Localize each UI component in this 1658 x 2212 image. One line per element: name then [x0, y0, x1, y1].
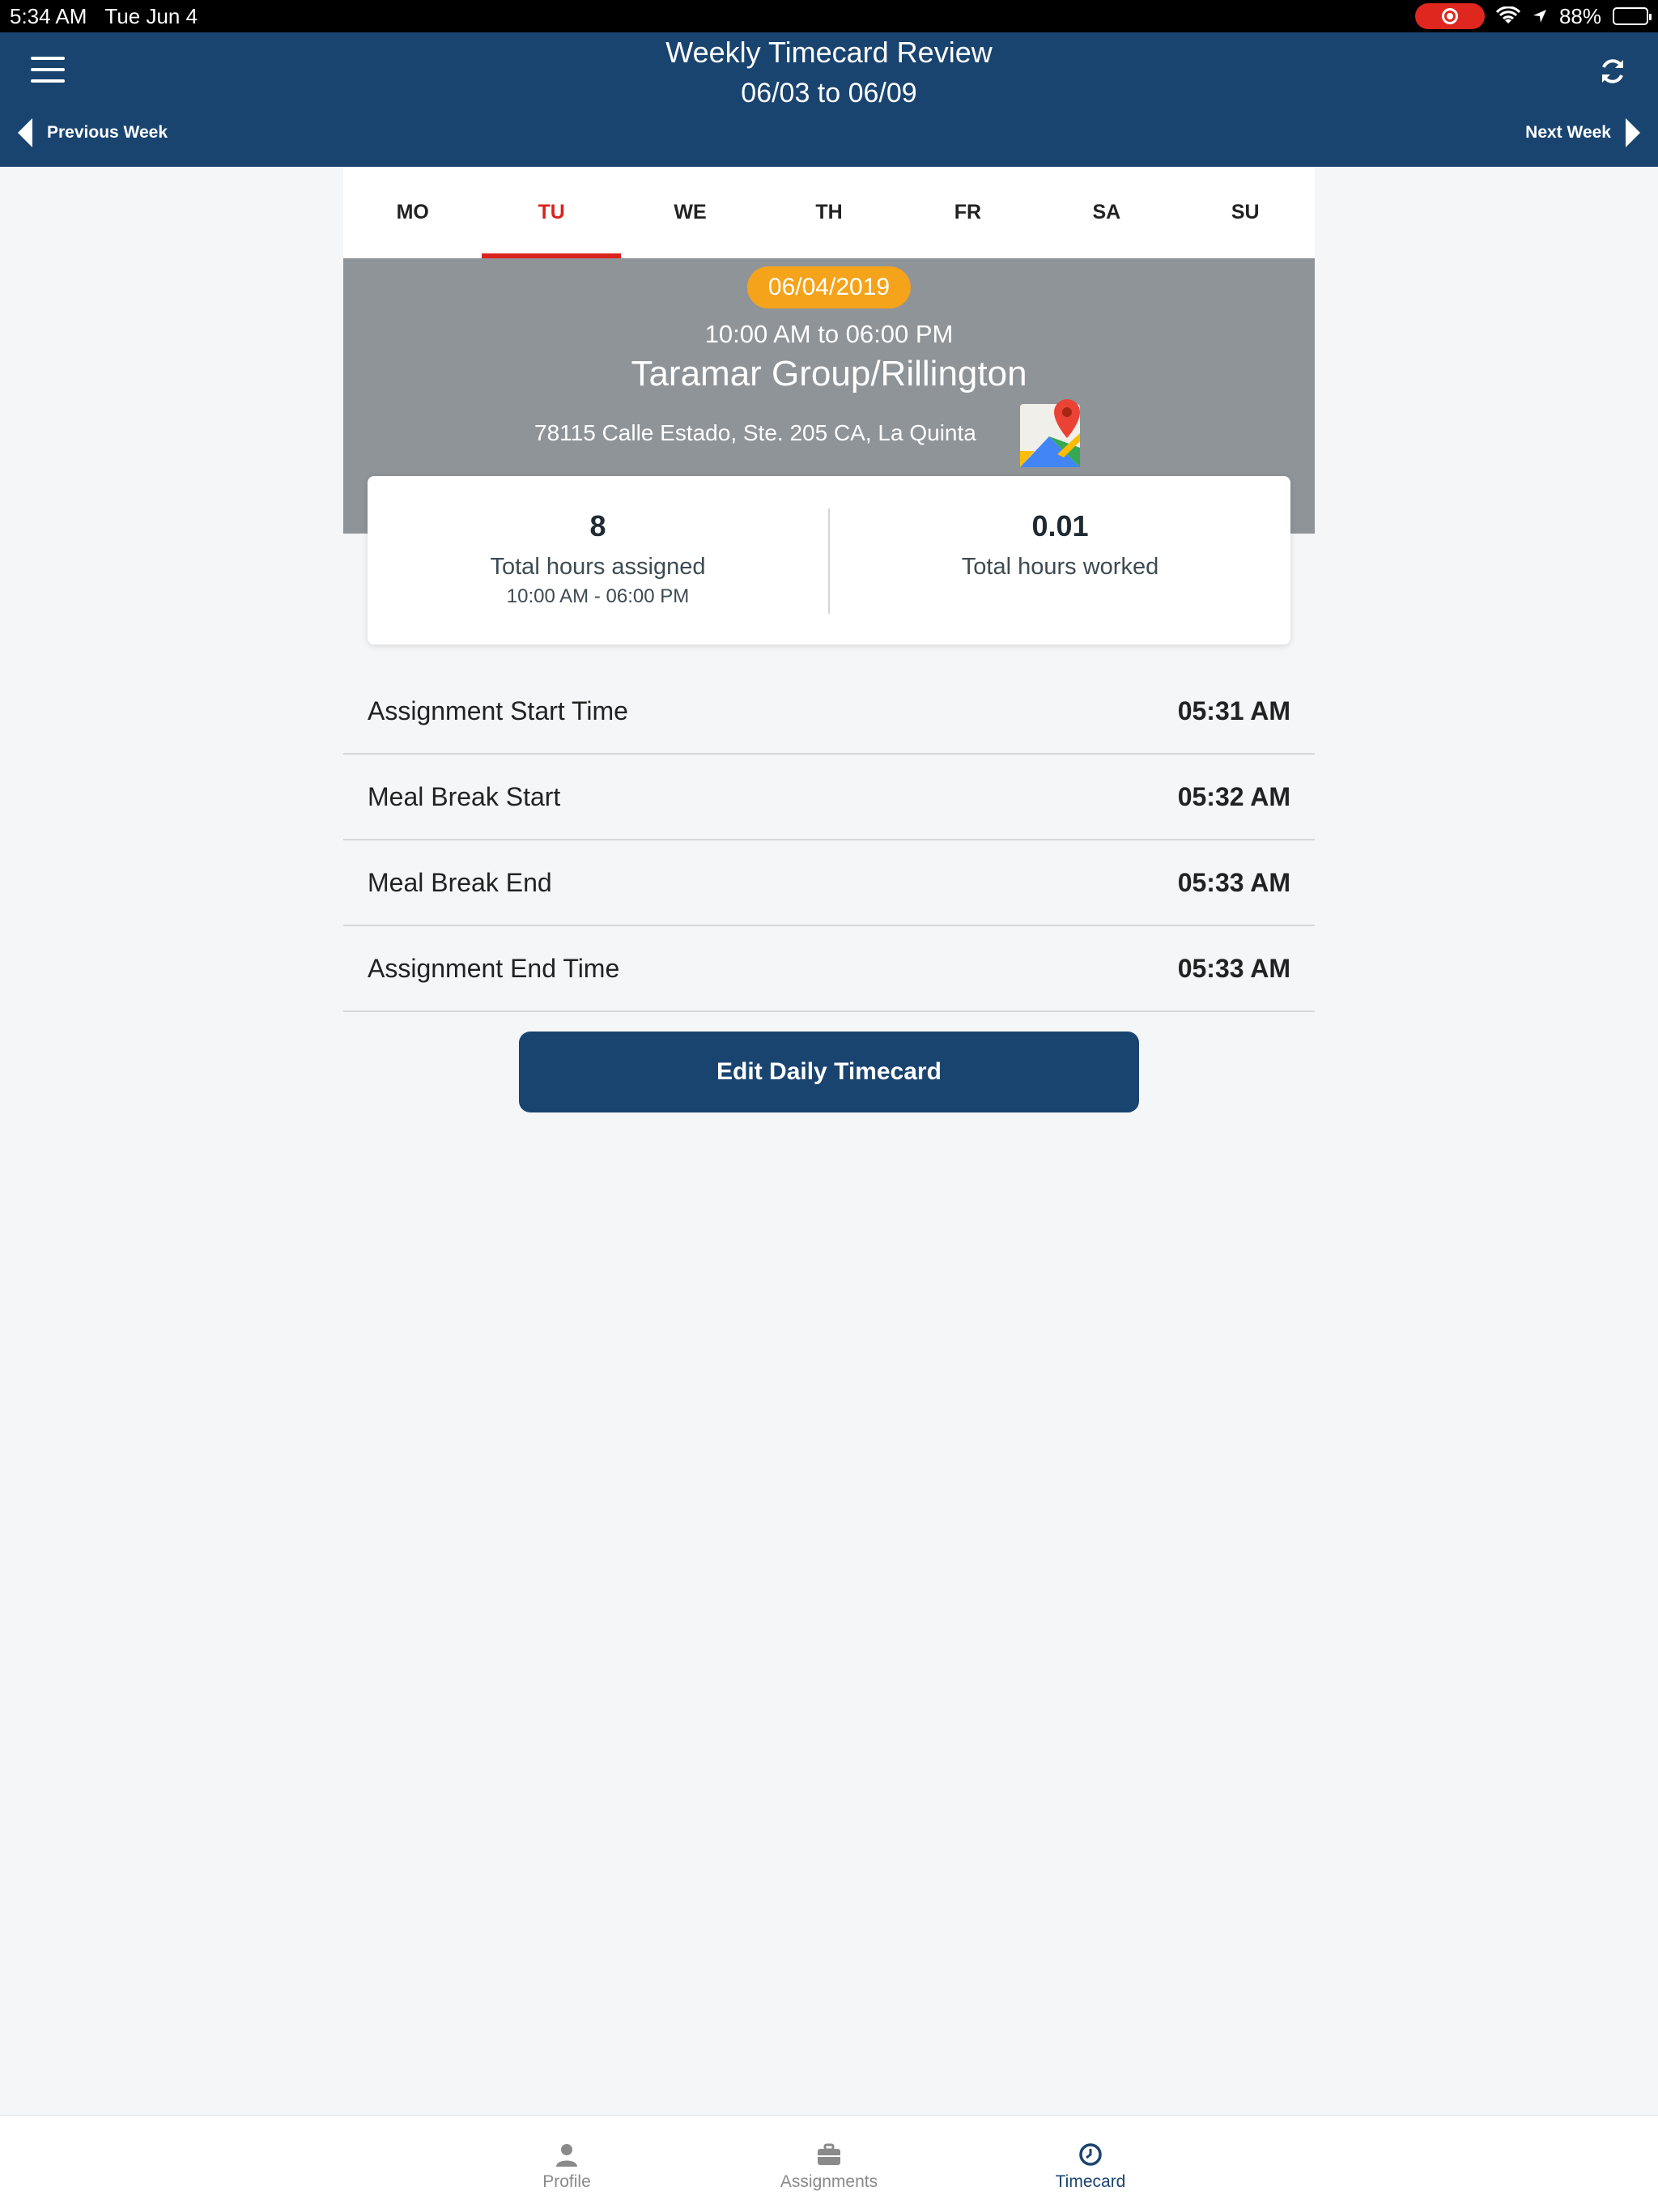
week-range: 06/03 to 06/09	[741, 78, 917, 108]
assignment-address: 78115 Calle Estado, Ste. 205 CA, La Quin…	[534, 420, 976, 445]
record-icon	[1441, 8, 1458, 24]
time-entry-row: Assignment Start Time 05:31 AM	[343, 669, 1315, 755]
hours-worked-value: 0.01	[1031, 509, 1089, 542]
tab-day-th[interactable]: TH	[759, 167, 898, 258]
tab-day-we[interactable]: WE	[621, 167, 759, 258]
assignment-date-badge: 06/04/2019	[746, 266, 912, 308]
hours-assigned-range: 10:00 AM - 06:00 PM	[506, 585, 690, 607]
arrow-left-icon	[18, 118, 32, 147]
previous-week-button[interactable]: Previous Week	[18, 118, 168, 147]
tab-profile-label: Profile	[542, 2172, 591, 2191]
tab-assignments[interactable]: Assignments	[748, 2116, 910, 2212]
tab-day-tu[interactable]: TU	[482, 167, 622, 258]
tab-day-fr[interactable]: FR	[899, 167, 1037, 258]
time-entry-value: 05:31 AM	[1177, 696, 1290, 725]
tab-day-mo[interactable]: MO	[343, 167, 482, 258]
previous-week-label: Previous Week	[47, 123, 168, 142]
wifi-icon	[1495, 6, 1520, 23]
hours-assigned-value: 8	[589, 509, 606, 542]
hours-worked: 0.01 Total hours worked	[830, 476, 1290, 644]
next-week-button[interactable]: Next Week	[1525, 118, 1640, 147]
tab-day-su[interactable]: SU	[1176, 167, 1315, 258]
time-entry-label: Assignment Start Time	[368, 696, 628, 725]
time-entry-row: Assignment End Time 05:33 AM	[343, 926, 1315, 1012]
tab-timecard-label: Timecard	[1055, 2172, 1126, 2191]
time-entry-value: 05:33 AM	[1177, 953, 1290, 983]
hours-assigned-label: Total hours assigned	[490, 554, 706, 580]
client-name: Taramar Group/Rillington	[631, 354, 1027, 393]
google-maps-icon[interactable]	[1017, 398, 1090, 470]
tab-day-sa[interactable]: SA	[1037, 167, 1175, 258]
time-entry-value: 05:33 AM	[1177, 867, 1290, 897]
time-entry-label: Assignment End Time	[368, 953, 620, 983]
arrow-right-icon	[1626, 118, 1640, 147]
status-bar: 5:34 AM Tue Jun 4 88%	[0, 0, 1658, 32]
time-entries: Assignment Start Time 05:31 AM Meal Brea…	[343, 669, 1315, 1012]
person-icon	[556, 2144, 577, 2167]
clock-icon	[1079, 2143, 1102, 2166]
hours-worked-label: Total hours worked	[961, 554, 1159, 580]
edit-daily-timecard-button[interactable]: Edit Daily Timecard	[519, 1032, 1139, 1112]
battery-percent: 88%	[1558, 3, 1601, 28]
bottom-tab-bar: Profile Assignments Timecard	[0, 2115, 1658, 2212]
refresh-icon[interactable]	[1596, 55, 1629, 87]
shift-time: 10:00 AM to 06:00 PM	[704, 320, 954, 348]
tab-profile[interactable]: Profile	[486, 2116, 648, 2212]
time-entry-row: Meal Break Start 05:32 AM	[343, 755, 1315, 840]
header: Weekly Timecard Review 06/03 to 06/09 Pr…	[0, 32, 1658, 167]
page-title: Weekly Timecard Review	[665, 36, 993, 69]
hours-summary-card: 8 Total hours assigned 10:00 AM - 06:00 …	[368, 476, 1290, 644]
tab-timecard[interactable]: Timecard	[1010, 2116, 1171, 2212]
status-time: 5:34 AM	[10, 3, 87, 28]
time-entry-value: 05:32 AM	[1177, 781, 1290, 811]
status-date: Tue Jun 4	[104, 3, 198, 28]
tab-assignments-label: Assignments	[780, 2172, 878, 2191]
hours-assigned: 8 Total hours assigned 10:00 AM - 06:00 …	[368, 476, 828, 644]
time-entry-label: Meal Break End	[368, 867, 552, 897]
briefcase-icon	[818, 2143, 840, 2165]
battery-icon	[1613, 7, 1652, 25]
next-week-label: Next Week	[1525, 123, 1611, 142]
screen-recording-indicator	[1414, 3, 1485, 29]
time-entry-row: Meal Break End 05:33 AM	[343, 840, 1315, 926]
time-entry-label: Meal Break Start	[368, 781, 561, 811]
location-arrow-icon	[1533, 10, 1546, 23]
day-tabs: MO TU WE TH FR SA SU	[343, 167, 1315, 258]
